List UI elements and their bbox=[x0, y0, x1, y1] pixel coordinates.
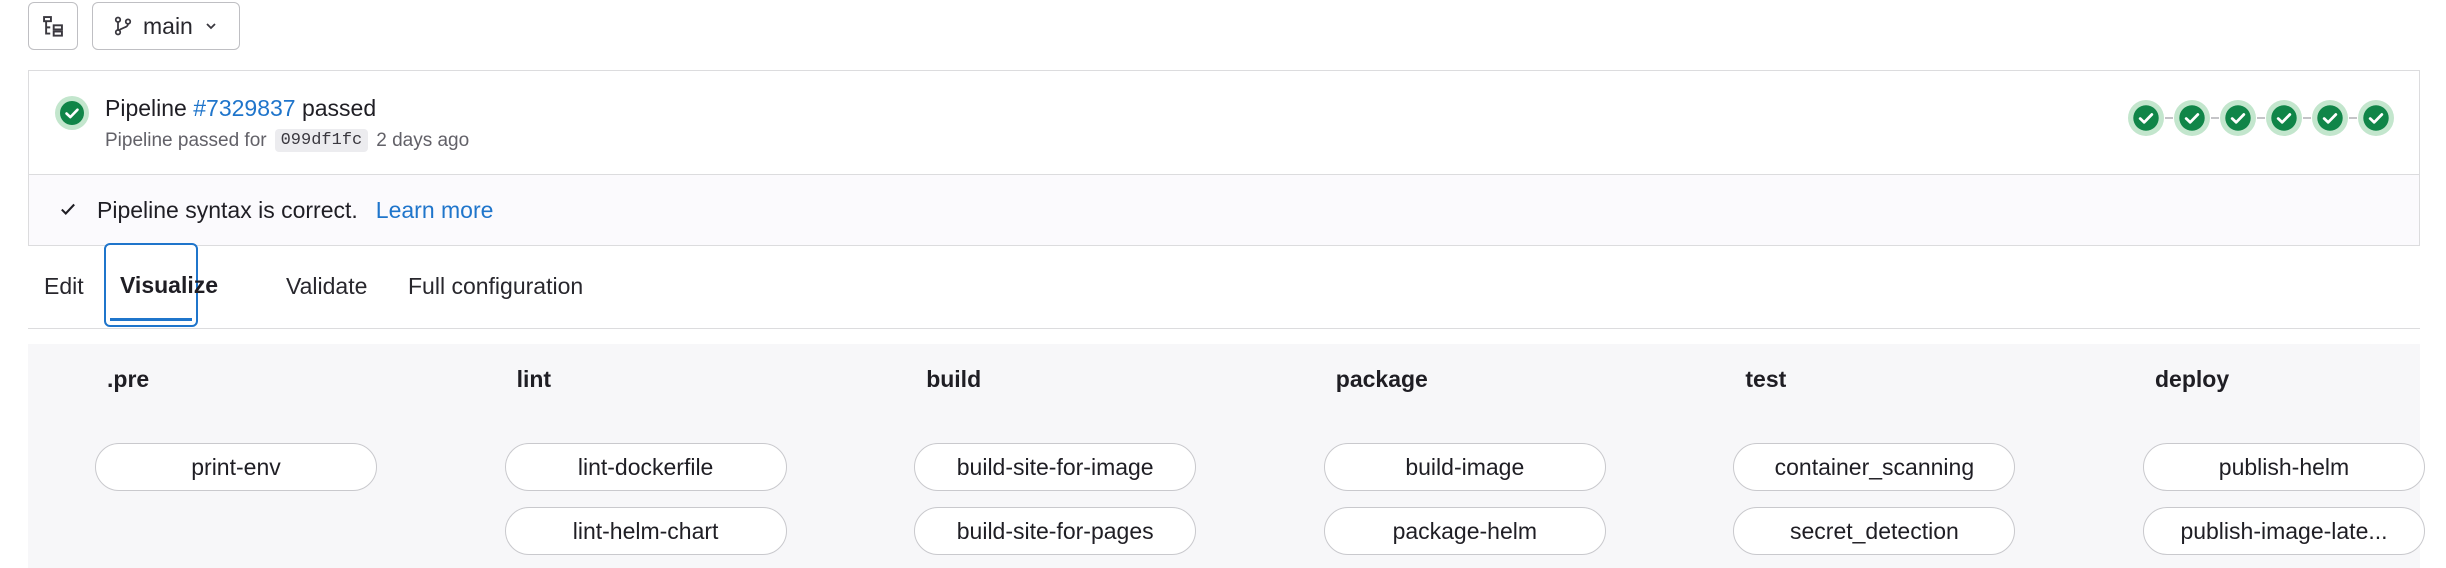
tab-validate-label: Validate bbox=[286, 272, 368, 299]
mini-stage-connector bbox=[2303, 117, 2311, 119]
stage-name: .pre bbox=[107, 366, 150, 392]
check-icon bbox=[59, 197, 77, 224]
stage-name: test bbox=[1745, 366, 1787, 392]
toolbar: main bbox=[28, 0, 240, 52]
pipeline-status-text: passed bbox=[301, 95, 377, 121]
tab-validate[interactable]: Validate bbox=[272, 244, 381, 328]
status-success-icon[interactable] bbox=[2219, 99, 2257, 137]
learn-more-link[interactable]: Learn more bbox=[376, 197, 494, 224]
syntax-message: Pipeline syntax is correct. bbox=[97, 196, 358, 223]
branch-select[interactable]: main bbox=[92, 2, 240, 50]
status-success-icon[interactable] bbox=[2127, 99, 2165, 137]
stage-name: package bbox=[1335, 366, 1428, 392]
status-success-icon[interactable] bbox=[2173, 99, 2211, 137]
job-pill[interactable]: container_scanning bbox=[1733, 443, 2016, 491]
job-pill[interactable]: build-site-for-image bbox=[914, 443, 1197, 491]
tab-edit[interactable]: Edit bbox=[30, 244, 98, 328]
tab-edit-label: Edit bbox=[44, 272, 84, 299]
job-pill[interactable]: publish-helm bbox=[2143, 443, 2425, 491]
job-pill[interactable]: lint-helm-chart bbox=[504, 507, 787, 555]
file-tree-icon bbox=[42, 15, 64, 37]
job-pill[interactable]: package-helm bbox=[1323, 507, 1606, 555]
job-pill[interactable]: print-env bbox=[95, 443, 377, 491]
job-pill[interactable]: publish-image-late... bbox=[2143, 507, 2425, 555]
pipeline-graph: .pre print-env lint lint-dockerfile lint-hel… bbox=[28, 344, 2425, 568]
mini-pipeline-graph bbox=[2127, 99, 2395, 137]
mini-stage-connector bbox=[2257, 117, 2265, 119]
status-success-icon[interactable] bbox=[2311, 99, 2349, 137]
job-pill[interactable]: secret_detection bbox=[1733, 507, 2016, 555]
job-pill[interactable]: lint-dockerfile bbox=[504, 443, 787, 491]
pipeline-title: Pipeline #7329837 passed bbox=[105, 95, 376, 122]
editor-tabs: Edit Visualize Validate Full configurati… bbox=[28, 243, 2420, 329]
pipeline-sub-prefix: Pipeline passed for bbox=[105, 129, 267, 151]
chevron-down-icon bbox=[203, 18, 219, 34]
mini-stage-connector bbox=[2211, 117, 2219, 119]
tab-full-configuration-label: Full configuration bbox=[408, 272, 584, 299]
stage-name: build bbox=[926, 366, 982, 392]
status-success-icon[interactable] bbox=[2265, 99, 2303, 137]
pipeline-label: Pipeline bbox=[105, 95, 187, 121]
syntax-status-row: Pipeline syntax is correct. Learn more bbox=[28, 174, 2420, 246]
file-tree-toggle-button[interactable] bbox=[28, 2, 78, 50]
branch-icon bbox=[113, 15, 133, 37]
commit-sha[interactable]: 099df1fc bbox=[274, 129, 369, 152]
stage-name: deploy bbox=[2155, 366, 2230, 392]
pipeline-status-card: Pipeline #7329837 passed Pipeline passed… bbox=[28, 70, 2420, 174]
pipeline-id-link[interactable]: #7329837 bbox=[193, 95, 295, 121]
branch-label: main bbox=[143, 12, 193, 39]
tab-visualize[interactable]: Visualize bbox=[104, 243, 218, 327]
status-success-icon[interactable] bbox=[2357, 99, 2395, 137]
job-pill[interactable]: build-site-for-pages bbox=[914, 507, 1197, 555]
job-pill[interactable]: build-image bbox=[1323, 443, 1606, 491]
mini-stage-connector bbox=[2165, 117, 2173, 119]
stage-name: lint bbox=[516, 366, 552, 392]
pipeline-time: 2 days ago bbox=[376, 129, 470, 151]
status-success-icon bbox=[55, 96, 89, 135]
tab-visualize-label: Visualize bbox=[120, 271, 219, 298]
tab-full-configuration[interactable]: Full configuration bbox=[394, 244, 597, 328]
mini-stage-connector bbox=[2349, 117, 2357, 119]
pipeline-subtitle: Pipeline passed for 099df1fc 2 days ago bbox=[105, 129, 469, 152]
